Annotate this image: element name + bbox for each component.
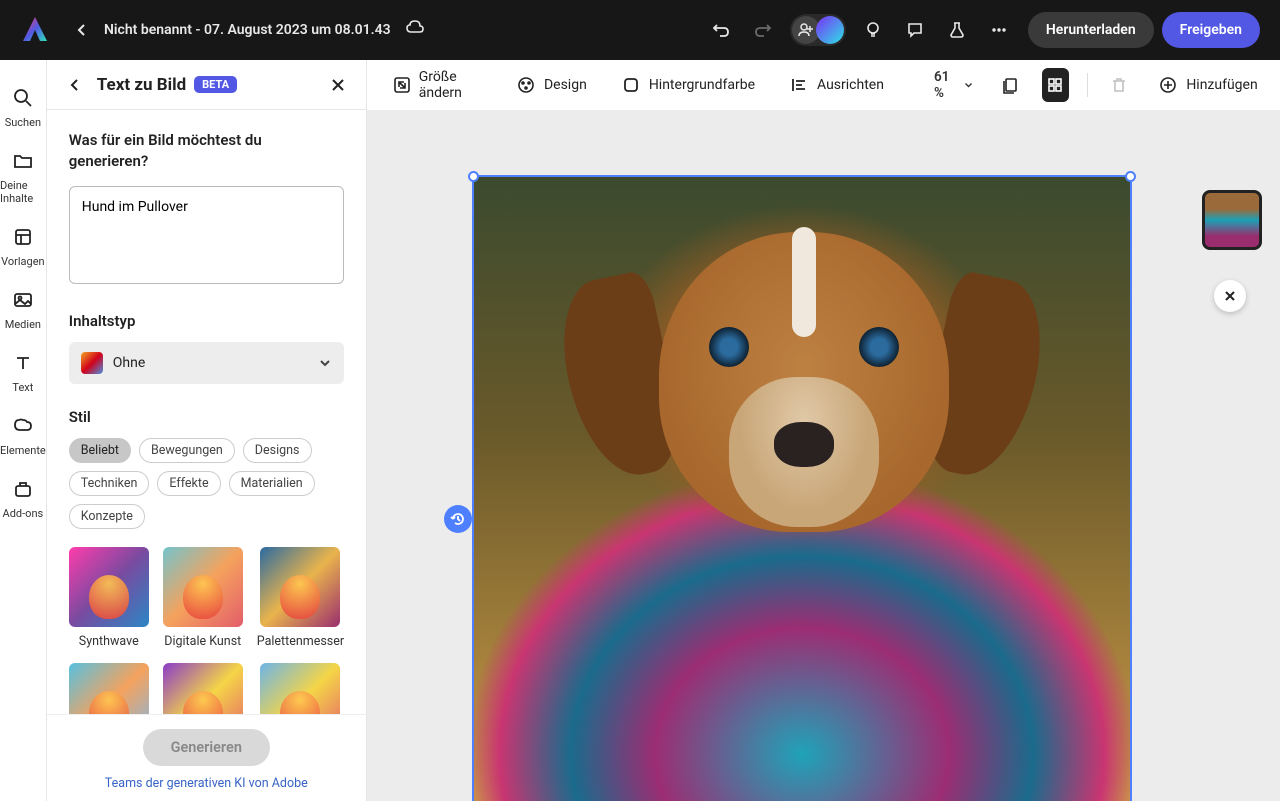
redo-button[interactable] [746,13,780,47]
comment-icon[interactable] [898,13,932,47]
resize-icon [393,75,411,95]
chevron-down-icon [318,356,332,370]
canvas-area: Größe ändern Design Hintergrundfarbe Aus… [367,60,1280,801]
style-grid: Synthwave Digitale Kunst Palettenmesser [69,547,344,714]
tool-align[interactable]: Ausrichten [781,69,892,101]
rail-addons[interactable]: Add-ons [0,467,46,530]
style-item-6[interactable] [257,663,344,714]
panel-title: Text zu Bild [97,75,186,95]
tool-design[interactable]: Design [508,69,595,101]
app-logo [20,15,50,45]
panel-close-button[interactable] [326,73,350,97]
chip-konzepte[interactable]: Konzepte [69,504,145,529]
shapes-icon [11,414,35,438]
variant-thumbnail[interactable] [1202,190,1262,250]
style-item-4[interactable] [69,663,149,714]
rail-search[interactable]: Suchen [0,76,46,139]
prompt-input[interactable] [69,186,344,284]
chip-bewegungen[interactable]: Bewegungen [139,438,235,463]
style-chips: Beliebt Bewegungen Designs Techniken Eff… [69,438,344,529]
footer-link[interactable]: Teams der generativen KI von Adobe [69,776,344,791]
text-icon [11,351,35,375]
content-type-thumb [81,352,103,374]
more-icon[interactable] [982,13,1016,47]
rail-templates[interactable]: Vorlagen [0,215,46,278]
folder-icon [11,149,35,173]
rail-media[interactable]: Medien [0,278,46,341]
generated-image [474,177,1130,801]
search-icon [11,86,35,110]
selected-image-frame[interactable] [472,175,1132,801]
templates-icon [11,225,35,249]
user-avatar [816,16,844,44]
align-icon [789,75,809,95]
share-button[interactable]: Freigeben [1162,12,1260,48]
lightbulb-icon[interactable] [856,13,890,47]
beaker-icon[interactable] [940,13,974,47]
media-icon [11,288,35,312]
zoom-control[interactable]: 61 % [928,69,979,101]
chip-beliebt[interactable]: Beliebt [69,438,131,463]
chip-techniken[interactable]: Techniken [69,471,150,496]
style-digital-art[interactable]: Digitale Kunst [163,547,243,649]
content-type-select[interactable]: Ohne [69,342,344,384]
rail-text[interactable]: Text [0,341,46,404]
plus-circle-icon [1158,75,1178,95]
panel-footer: Generieren Teams der generativen KI von … [47,714,366,801]
grid-view-button[interactable] [1042,68,1069,102]
beta-badge: BETA [194,76,237,93]
chip-effekte[interactable]: Effekte [157,471,220,496]
resize-handle-tl[interactable] [468,171,479,182]
panel-header: Text zu Bild BETA [47,60,366,110]
delete-button[interactable] [1105,68,1132,102]
variant-close-button[interactable] [1214,280,1246,312]
rail-your-content[interactable]: Deine Inhalte [0,139,46,215]
chip-designs[interactable]: Designs [243,438,312,463]
style-label: Stil [69,408,344,426]
design-icon [516,75,536,95]
text-to-image-panel: Text zu Bild BETA Was für ein Bild möcht… [47,60,367,801]
left-rail: Suchen Deine Inhalte Vorlagen Medien Tex… [0,60,47,801]
resize-handle-tr[interactable] [1125,171,1136,182]
download-button[interactable]: Herunterladen [1028,12,1154,48]
pages-button[interactable] [997,68,1024,102]
addons-icon [11,477,35,501]
rail-elements[interactable]: Elemente [0,404,46,467]
content-type-value: Ohne [113,355,318,371]
style-item-5[interactable] [163,663,243,714]
tool-resize[interactable]: Größe ändern [385,63,490,107]
tool-background[interactable]: Hintergrundfarbe [613,69,763,101]
document-title[interactable]: Nicht benannt - 07. August 2023 um 08.01… [104,22,391,38]
app-header: Nicht benannt - 07. August 2023 um 08.01… [0,0,1280,60]
content-type-label: Inhaltstyp [69,312,344,330]
style-palette-knife[interactable]: Palettenmesser [257,547,344,649]
generate-button[interactable]: Generieren [143,729,270,766]
chip-materialien[interactable]: Materialien [229,471,315,496]
style-synthwave[interactable]: Synthwave [69,547,149,649]
background-icon [621,75,641,95]
tool-add[interactable]: Hinzufügen [1150,69,1265,101]
collaborators[interactable] [790,14,846,46]
cloud-status-icon [405,18,425,42]
history-button[interactable] [444,505,472,533]
chevron-down-icon [964,79,973,91]
canvas-viewport[interactable] [367,110,1280,801]
panel-back-button[interactable] [63,73,87,97]
canvas-toolbar: Größe ändern Design Hintergrundfarbe Aus… [367,60,1280,110]
undo-button[interactable] [704,13,738,47]
header-back-button[interactable] [68,16,96,44]
prompt-heading: Was für ein Bild möchtest du generieren? [69,130,344,172]
